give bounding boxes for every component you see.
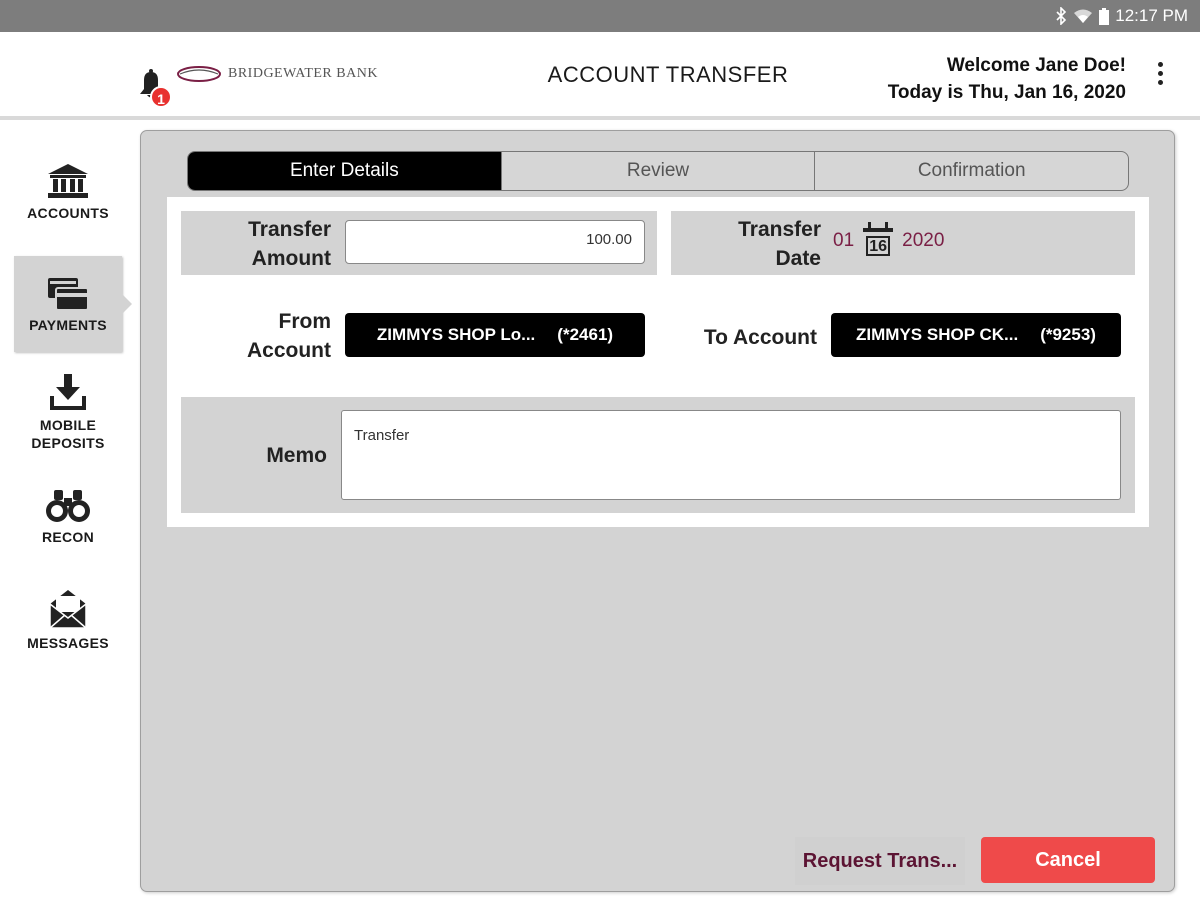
page-title: ACCOUNT TRANSFER	[547, 62, 789, 87]
cancel-button[interactable]: Cancel	[981, 837, 1155, 883]
transfer-date-label: Transfer Date	[687, 215, 821, 273]
sidebar-item-messages[interactable]: MESSAGES	[14, 588, 122, 684]
to-account-number: (*9253)	[1040, 325, 1096, 344]
sidebar-item-accounts[interactable]: ACCOUNTS	[14, 162, 122, 258]
bank-logo: BRIDGEWATER BANK	[176, 63, 378, 85]
transfer-amount-input[interactable]: 100.00	[345, 220, 645, 264]
to-account-selector[interactable]: ZIMMYS SHOP CK... (*9253)	[831, 313, 1121, 357]
step-confirmation[interactable]: Confirmation	[815, 152, 1128, 190]
bank-logo-mark-icon	[177, 66, 221, 82]
overflow-menu-button[interactable]	[1152, 62, 1168, 88]
sidebar-item-payments[interactable]: PAYMENTS	[14, 256, 132, 352]
sidebar-item-label: ACCOUNTS	[27, 205, 109, 221]
label-line: From	[278, 310, 332, 333]
binoculars-icon	[46, 490, 90, 522]
transfer-panel: Enter Details Review Confirmation Transf…	[140, 130, 1175, 892]
clock-time: 12:17 PM	[1115, 6, 1188, 25]
from-account-label: From Account	[197, 307, 331, 365]
date-month: 01	[833, 230, 855, 251]
to-account-name: ZIMMYS SHOP CK...	[856, 325, 1019, 344]
from-account-selector[interactable]: ZIMMYS SHOP Lo... (*2461)	[345, 313, 645, 357]
label-line: Transfer	[248, 218, 331, 241]
memo-input[interactable]: Transfer	[341, 410, 1121, 500]
header-divider	[0, 116, 1200, 120]
label-line: Amount	[251, 247, 331, 270]
sidebar-item-label: PAYMENTS	[29, 317, 107, 333]
envelope-icon	[49, 590, 87, 629]
cards-icon	[48, 278, 89, 311]
kebab-dot	[1157, 62, 1163, 67]
date-day: 16	[866, 236, 891, 256]
to-account-label: To Account	[703, 326, 817, 349]
step-review[interactable]: Review	[502, 152, 816, 190]
transfer-date-picker[interactable]: 01 16 2020	[833, 219, 944, 263]
status-icons: 12:17 PM	[1055, 6, 1188, 26]
label-line: Account	[247, 339, 331, 362]
from-account-number: (*2461)	[557, 325, 614, 344]
calendar-icon[interactable]: 16	[862, 222, 894, 260]
sidebar-item-label: RECON	[41, 529, 95, 545]
wifi-icon	[1074, 9, 1093, 23]
sidebar-item-label: MESSAGES	[27, 635, 109, 651]
kebab-dot	[1157, 80, 1163, 85]
calendar-header	[863, 228, 894, 232]
sidebar-item-mobile-deposits[interactable]: MOBILE DEPOSITS	[14, 372, 122, 468]
sidebar-item-label: DEPOSITS	[31, 435, 105, 451]
battery-icon	[1099, 7, 1110, 25]
notifications-button[interactable]: 1	[136, 68, 176, 108]
label-line: Transfer	[738, 218, 821, 241]
label-line: Date	[775, 247, 821, 270]
bluetooth-icon	[1056, 7, 1067, 25]
request-transfer-button[interactable]: Request Trans...	[795, 837, 965, 885]
notification-badge: 1	[150, 86, 172, 108]
welcome-message: Welcome Jane Doe!	[946, 55, 1126, 76]
today-date: Today is Thu, Jan 16, 2020	[887, 82, 1126, 103]
memo-label: Memo	[266, 444, 327, 467]
status-bar: 12:17 PM	[0, 0, 1200, 32]
step-enter-details[interactable]: Enter Details	[188, 152, 502, 190]
bank-name: BRIDGEWATER BANK	[228, 66, 378, 81]
transfer-amount-label: Transfer Amount	[197, 215, 331, 273]
kebab-dot	[1157, 71, 1163, 76]
bank-icon	[48, 164, 88, 198]
date-year: 2020	[902, 230, 945, 251]
sidebar-item-recon[interactable]: RECON	[14, 488, 122, 584]
download-icon	[50, 374, 86, 410]
from-account-name: ZIMMYS SHOP Lo...	[376, 325, 536, 344]
welcome-block: Welcome Jane Doe! Today is Thu, Jan 16, …	[888, 52, 1126, 106]
sidebar-item-label: MOBILE	[39, 417, 97, 433]
transfer-form: Transfer Amount 100.00 Transfer Date 01 …	[167, 197, 1149, 527]
step-indicator: Enter Details Review Confirmation	[187, 151, 1129, 191]
